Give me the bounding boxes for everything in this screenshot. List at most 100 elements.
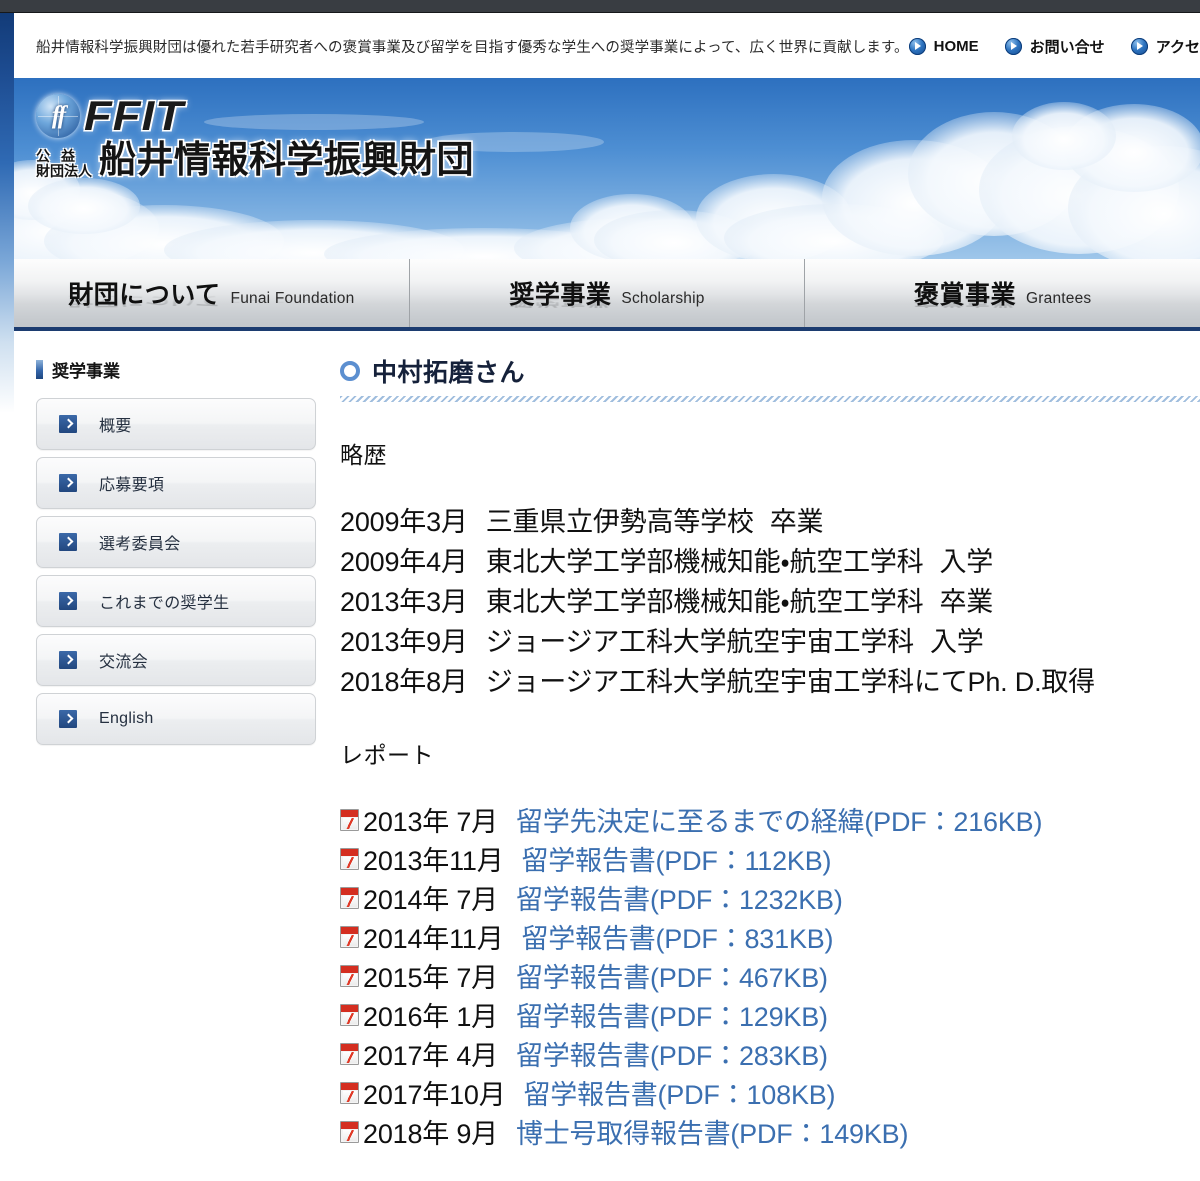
site-logo[interactable]: ff FFIT 公益 財団法人 船井情報科学振興財団 — [36, 94, 474, 179]
sidebar-item-selection-committee[interactable]: 選考委員会 — [36, 516, 316, 568]
report-date: 2016年 1月 — [363, 1002, 498, 1032]
play-circle-icon — [1004, 37, 1022, 55]
tab-grantees[interactable]: 褒賞事業 Grantees 褒賞事業 Grantees — [805, 259, 1200, 327]
report-row: 2016年 1月 留学報告書(PDF：129KB) — [340, 995, 1184, 1034]
report-date: 2017年10月 — [363, 1080, 506, 1110]
play-circle-icon — [1130, 37, 1148, 55]
report-row: 2013年 7月 留学先決定に至るまでの経緯(PDF：216KB) — [340, 800, 1184, 839]
pdf-file-icon — [340, 847, 359, 870]
report-row: 2017年10月 留学報告書(PDF：108KB) — [340, 1073, 1184, 1112]
logo-corporate-prefix: 公益 財団法人 — [36, 149, 92, 179]
bio-row: 2009年3月 三重県立伊勢高等学校 卒業 — [340, 502, 1184, 542]
tab-label-ja: 褒賞事業 — [913, 281, 1016, 309]
report-date: 2013年 7月 — [363, 807, 498, 837]
chevron-right-icon — [59, 710, 77, 728]
bio-status: 卒業 — [769, 507, 824, 537]
pdf-file-icon — [340, 925, 359, 948]
report-pdf-link[interactable]: 留学報告書(PDF：283KB) — [516, 1034, 828, 1073]
report-pdf-link[interactable]: 留学先決定に至るまでの経緯(PDF：216KB) — [516, 800, 1042, 839]
report-pdf-link[interactable]: 留学報告書(PDF：129KB) — [516, 995, 828, 1034]
main-navigation: 財団について Funai Foundation 財団について Funai Fou… — [14, 259, 1200, 331]
bio-row: 2018年8月 ジョージア工科大学航空宇宙工学科にてPh. D.取得 — [340, 662, 1184, 702]
bio-date: 2013年9月 — [340, 627, 468, 657]
utility-link-contact[interactable]: お問い合せ — [1004, 36, 1105, 57]
globe-icon: ff — [36, 94, 80, 138]
pdf-file-icon — [340, 808, 359, 831]
page-root: 船井情報科学振興財団は優れた若手研究者への褒賞事業及び留学を目指す優秀な学生への… — [0, 0, 1200, 1181]
sidebar-item-label: 概要 — [99, 418, 132, 435]
bio-date: 2009年3月 — [340, 507, 468, 537]
site-banner: ff FFIT 公益 財団法人 船井情報科学振興財団 — [14, 78, 1200, 259]
report-row: 2017年 4月 留学報告書(PDF：283KB) — [340, 1034, 1184, 1073]
globe-monogram: ff — [51, 102, 66, 129]
report-pdf-link[interactable]: 留学報告書(PDF：467KB) — [516, 956, 828, 995]
bio-section-heading: 略歴 — [340, 442, 387, 468]
report-list: 2013年 7月 留学先決定に至るまでの経緯(PDF：216KB) 2013年1… — [340, 800, 1184, 1151]
utility-link-access[interactable]: アクセス — [1130, 36, 1200, 57]
chevron-right-icon — [59, 415, 77, 433]
sidebar-item-meetup[interactable]: 交流会 — [36, 634, 316, 686]
sidebar-item-label: English — [99, 710, 154, 727]
utility-nav: HOME お問い合せ アクセス — [908, 36, 1200, 57]
pdf-file-icon — [340, 1081, 359, 1104]
logo-wordmark: FFIT — [84, 92, 185, 139]
utility-link-label: アクセス — [1155, 38, 1200, 56]
pdf-file-icon — [340, 964, 359, 987]
title-divider — [340, 396, 1200, 402]
chevron-right-icon — [59, 474, 77, 492]
tab-label-en: Funai Foundation — [230, 290, 355, 307]
bio-text: ジョージア工科大学航空宇宙工学科 — [485, 627, 914, 657]
bio-list: 2009年3月 三重県立伊勢高等学校 卒業 2009年4月 東北大学工学部機械知能・航… — [340, 502, 1184, 702]
pdf-file-icon — [340, 1120, 359, 1143]
bio-row: 2013年3月 東北大学工学部機械知能・航空工学科 卒業 — [340, 582, 1184, 622]
report-date: 2013年11月 — [363, 846, 504, 876]
logo-prefix-bottom: 財団法人 — [36, 163, 92, 179]
browser-chrome-strip — [0, 0, 1200, 13]
tab-label-ja: 財団について — [68, 281, 221, 309]
report-pdf-link[interactable]: 博士号取得報告書(PDF：149KB) — [516, 1112, 908, 1151]
sidebar-item-past-scholars[interactable]: これまでの奨学生 — [36, 575, 316, 627]
tab-scholarship[interactable]: 奨学事業 Scholarship 奨学事業 Scholarship — [409, 259, 806, 327]
play-circle-icon — [908, 37, 926, 55]
report-pdf-link[interactable]: 留学報告書(PDF：831KB) — [522, 917, 834, 956]
bio-date: 2009年4月 — [340, 547, 468, 577]
sidebar-item-overview[interactable]: 概要 — [36, 398, 316, 450]
bio-text: 三重県立伊勢高等学校 — [485, 507, 754, 537]
logo-organization-name: 船井情報科学振興財団 — [99, 139, 474, 180]
sidebar-item-application[interactable]: 応募要項 — [36, 457, 316, 509]
utility-link-label: HOME — [933, 37, 979, 55]
report-row: 2014年11月 留学報告書(PDF：831KB) — [340, 917, 1184, 956]
report-row: 2014年 7月 留学報告書(PDF：1232KB) — [340, 878, 1184, 917]
tab-foundation[interactable]: 財団について Funai Foundation 財団について Funai Fou… — [14, 259, 410, 327]
sidebar-item-label: 応募要項 — [99, 477, 165, 494]
tab-label-en: Scholarship — [621, 290, 705, 307]
tab-label-en: Grantees — [1026, 290, 1092, 307]
report-section-heading: レポート — [340, 742, 434, 768]
sidebar-item-label: 交流会 — [99, 654, 148, 671]
report-pdf-link[interactable]: 留学報告書(PDF：1232KB) — [516, 878, 843, 917]
chevron-right-icon — [59, 533, 77, 551]
utility-link-home[interactable]: HOME — [908, 37, 979, 55]
chevron-right-icon — [59, 592, 77, 610]
report-row: 2015年 7月 留学報告書(PDF：467KB) — [340, 956, 1184, 995]
sidebar-item-label: 選考委員会 — [99, 536, 181, 553]
tab-label-ja: 奨学事業 — [509, 281, 612, 309]
page-title: 中村拓磨さん — [372, 359, 526, 387]
site-tagline: 船井情報科学振興財団は優れた若手研究者への褒賞事業及び留学を目指す優秀な学生への… — [36, 39, 909, 56]
bio-status: 入学 — [929, 627, 984, 657]
report-pdf-link[interactable]: 留学報告書(PDF：108KB) — [524, 1073, 836, 1112]
sidebar-heading-label: 奨学事業 — [52, 362, 120, 381]
logo-prefix-top: 公益 — [36, 148, 86, 164]
sidebar-item-label: これまでの奨学生 — [99, 595, 230, 612]
sidebar-heading-accent-bar — [36, 360, 43, 379]
sidebar-item-english[interactable]: English — [36, 693, 316, 745]
pdf-file-icon — [340, 1042, 359, 1065]
bio-text: 東北大学工学部機械知能・航空工学科 — [485, 547, 924, 577]
report-row: 2013年11月 留学報告書(PDF：112KB) — [340, 839, 1184, 878]
report-date: 2015年 7月 — [363, 963, 498, 993]
report-pdf-link[interactable]: 留学報告書(PDF：112KB) — [522, 839, 832, 878]
sidebar: 奨学事業 概要 応募要項 選考委員会 これまでの奨学生 交流会 English — [14, 335, 330, 1181]
bio-date: 2018年8月 — [340, 667, 468, 697]
bio-status: 入学 — [939, 547, 994, 577]
sidebar-heading: 奨学事業 — [36, 357, 316, 382]
